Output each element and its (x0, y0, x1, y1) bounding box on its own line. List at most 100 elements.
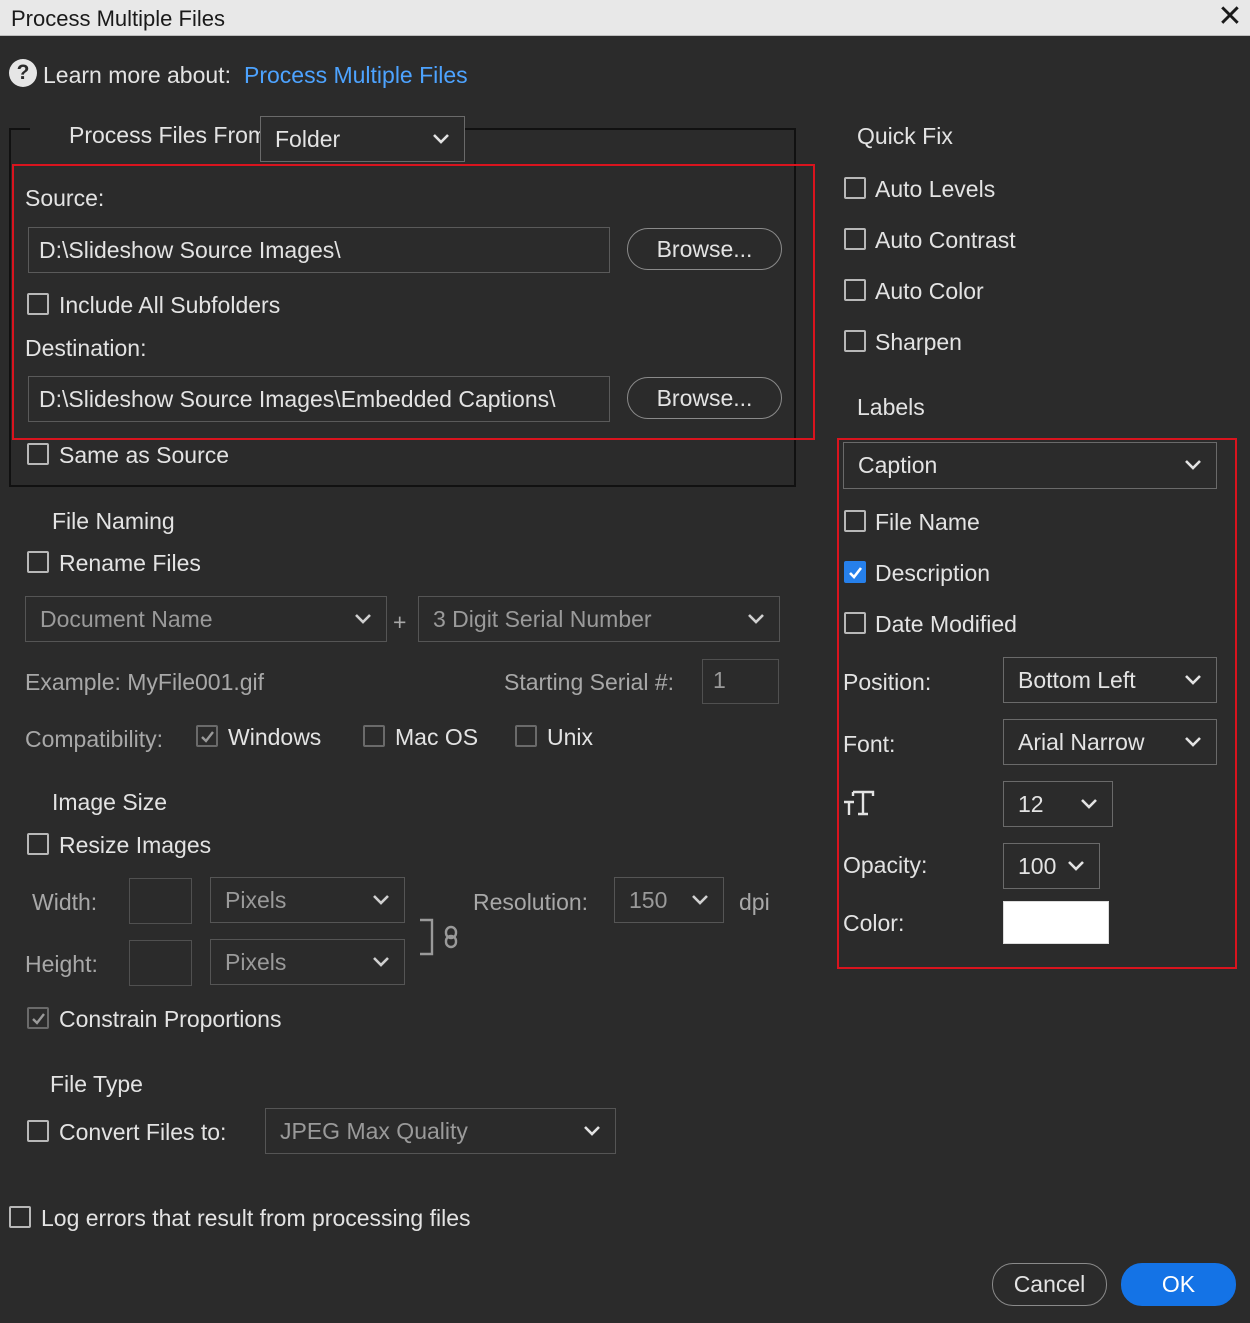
windows-checkbox[interactable] (196, 725, 218, 747)
sharpen-checkbox[interactable] (844, 330, 866, 352)
naming-part2-value: 3 Digit Serial Number (433, 606, 652, 632)
chevron-down-icon (354, 613, 372, 625)
font-value: Arial Narrow (1018, 729, 1145, 755)
learn-more-link[interactable]: Process Multiple Files (244, 61, 468, 89)
compatibility-label: Compatibility: (25, 726, 164, 752)
width-label: Width: (32, 889, 98, 915)
resize-images-checkbox[interactable] (27, 833, 49, 855)
constrain-proportions-checkbox[interactable] (27, 1007, 49, 1029)
chevron-down-icon (1184, 736, 1202, 748)
naming-part1-select[interactable]: Document Name (25, 596, 387, 642)
labels-heading: Labels (857, 394, 925, 420)
width-unit-value: Pixels (225, 887, 287, 913)
font-label: Font: (843, 731, 896, 757)
opacity-value: 100 (1018, 853, 1057, 879)
image-size-heading: Image Size (52, 789, 168, 815)
naming-part1-value: Document Name (40, 606, 213, 632)
height-unit-value: Pixels (225, 949, 287, 975)
auto-contrast-label: Auto Contrast (875, 227, 1016, 253)
description-checkbox[interactable] (844, 561, 866, 583)
height-unit-select[interactable]: Pixels (210, 939, 405, 985)
label-type-select[interactable]: Caption (843, 442, 1217, 489)
naming-plus: + (393, 609, 407, 635)
naming-example: Example: MyFile001.gif (25, 669, 265, 695)
chevron-down-icon (747, 613, 765, 625)
chevron-down-icon (1184, 459, 1202, 471)
rename-files-label: Rename Files (59, 550, 201, 576)
width-field[interactable] (129, 878, 192, 924)
source-label: Source: (25, 185, 105, 211)
font-select[interactable]: Arial Narrow (1003, 719, 1217, 765)
quick-fix-heading: Quick Fix (857, 123, 953, 149)
height-label: Height: (25, 951, 98, 977)
auto-color-checkbox[interactable] (844, 279, 866, 301)
convert-files-checkbox[interactable] (27, 1120, 49, 1142)
same-as-source-label: Same as Source (59, 442, 230, 468)
file-name-checkbox[interactable] (844, 510, 866, 532)
file-type-heading: File Type (50, 1071, 143, 1097)
constrain-proportions-label: Constrain Proportions (59, 1006, 282, 1032)
resize-images-label: Resize Images (59, 832, 212, 858)
log-errors-checkbox[interactable] (9, 1206, 31, 1228)
position-select[interactable]: Bottom Left (1003, 657, 1217, 703)
windows-label: Windows (228, 724, 322, 750)
destination-browse-button[interactable]: Browse... (627, 377, 782, 419)
color-swatch[interactable] (1003, 901, 1109, 944)
source-path-field[interactable]: D:\Slideshow Source Images\ (28, 227, 610, 273)
resolution-value: 150 (629, 887, 668, 913)
convert-files-label: Convert Files to: (59, 1119, 227, 1145)
unix-label: Unix (547, 724, 594, 750)
chevron-down-icon (1184, 674, 1202, 686)
learn-more-label: Learn more about: (43, 62, 231, 88)
date-modified-label: Date Modified (875, 611, 1017, 637)
log-errors-label: Log errors that result from processing f… (41, 1205, 471, 1231)
source-browse-button[interactable]: Browse... (627, 228, 782, 270)
file-format-select[interactable]: JPEG Max Quality (265, 1108, 616, 1154)
file-format-value: JPEG Max Quality (280, 1118, 468, 1144)
unix-checkbox[interactable] (515, 725, 537, 747)
color-label: Color: (843, 910, 905, 936)
font-size-select[interactable]: 12 (1003, 781, 1113, 827)
font-size-value: 12 (1018, 791, 1044, 817)
macos-label: Mac OS (395, 724, 479, 750)
resolution-select[interactable]: 150 (614, 877, 724, 923)
destination-path-field[interactable]: D:\Slideshow Source Images\Embedded Capt… (28, 376, 610, 422)
include-subfolders-label: Include All Subfolders (59, 292, 281, 318)
process-from-select[interactable]: Folder (260, 116, 465, 162)
chevron-down-icon (1080, 798, 1098, 810)
width-unit-select[interactable]: Pixels (210, 877, 405, 923)
macos-checkbox[interactable] (363, 725, 385, 747)
chevron-down-icon (691, 894, 709, 906)
file-naming-heading: File Naming (52, 508, 175, 534)
link-bracket-icon (418, 918, 460, 958)
chevron-down-icon (1067, 860, 1085, 872)
process-from-label: Process Files From: (69, 122, 274, 148)
auto-levels-checkbox[interactable] (844, 177, 866, 199)
opacity-label: Opacity: (843, 852, 928, 878)
opacity-select[interactable]: 100 (1003, 843, 1100, 889)
ok-button[interactable]: OK (1121, 1263, 1236, 1306)
file-name-label: File Name (875, 509, 980, 535)
window-title: Process Multiple Files (11, 6, 225, 31)
description-label: Description (875, 560, 991, 586)
auto-color-label: Auto Color (875, 278, 984, 304)
auto-contrast-checkbox[interactable] (844, 228, 866, 250)
destination-label: Destination: (25, 335, 147, 361)
chevron-down-icon (432, 133, 450, 145)
position-value: Bottom Left (1018, 667, 1136, 693)
include-subfolders-checkbox[interactable] (27, 293, 49, 315)
naming-part2-select[interactable]: 3 Digit Serial Number (418, 596, 780, 642)
cancel-button[interactable]: Cancel (992, 1263, 1107, 1306)
close-icon[interactable]: ✕ (1212, 0, 1248, 36)
starting-serial-field[interactable]: 1 (702, 659, 779, 704)
chevron-down-icon (372, 956, 390, 968)
same-as-source-checkbox[interactable] (27, 443, 49, 465)
sharpen-label: Sharpen (875, 329, 962, 355)
rename-files-checkbox[interactable] (27, 551, 49, 573)
height-field[interactable] (129, 940, 192, 986)
help-circle-icon[interactable]: ? (9, 59, 37, 87)
chevron-down-icon (583, 1125, 601, 1137)
chevron-down-icon (372, 894, 390, 906)
date-modified-checkbox[interactable] (844, 612, 866, 634)
auto-levels-label: Auto Levels (875, 176, 996, 202)
